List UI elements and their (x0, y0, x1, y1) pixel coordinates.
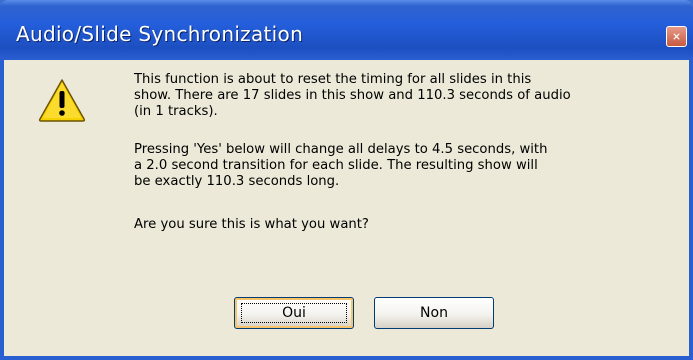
warning-icon (38, 79, 86, 122)
message-paragraph-3: Are you sure this is what you want? (134, 217, 369, 232)
no-button[interactable]: Non (374, 297, 494, 329)
yes-button-label: Oui (282, 305, 306, 321)
close-button[interactable] (666, 26, 687, 47)
message-paragraph-2: Pressing 'Yes' below will change all del… (134, 142, 548, 189)
dialog-body: This function is about to reset the timi… (4, 60, 689, 356)
message-paragraph-1: This function is about to reset the timi… (134, 72, 571, 119)
title-bar[interactable]: Audio/Slide Synchronization (0, 0, 693, 60)
dialog-title: Audio/Slide Synchronization (16, 22, 304, 46)
dialog-window: Audio/Slide Synchronization This functio… (0, 0, 693, 360)
message-text: This function is about to reset the timi… (134, 72, 679, 232)
no-button-label: Non (420, 305, 448, 321)
yes-button[interactable]: Oui (234, 297, 354, 329)
close-icon (673, 33, 680, 40)
